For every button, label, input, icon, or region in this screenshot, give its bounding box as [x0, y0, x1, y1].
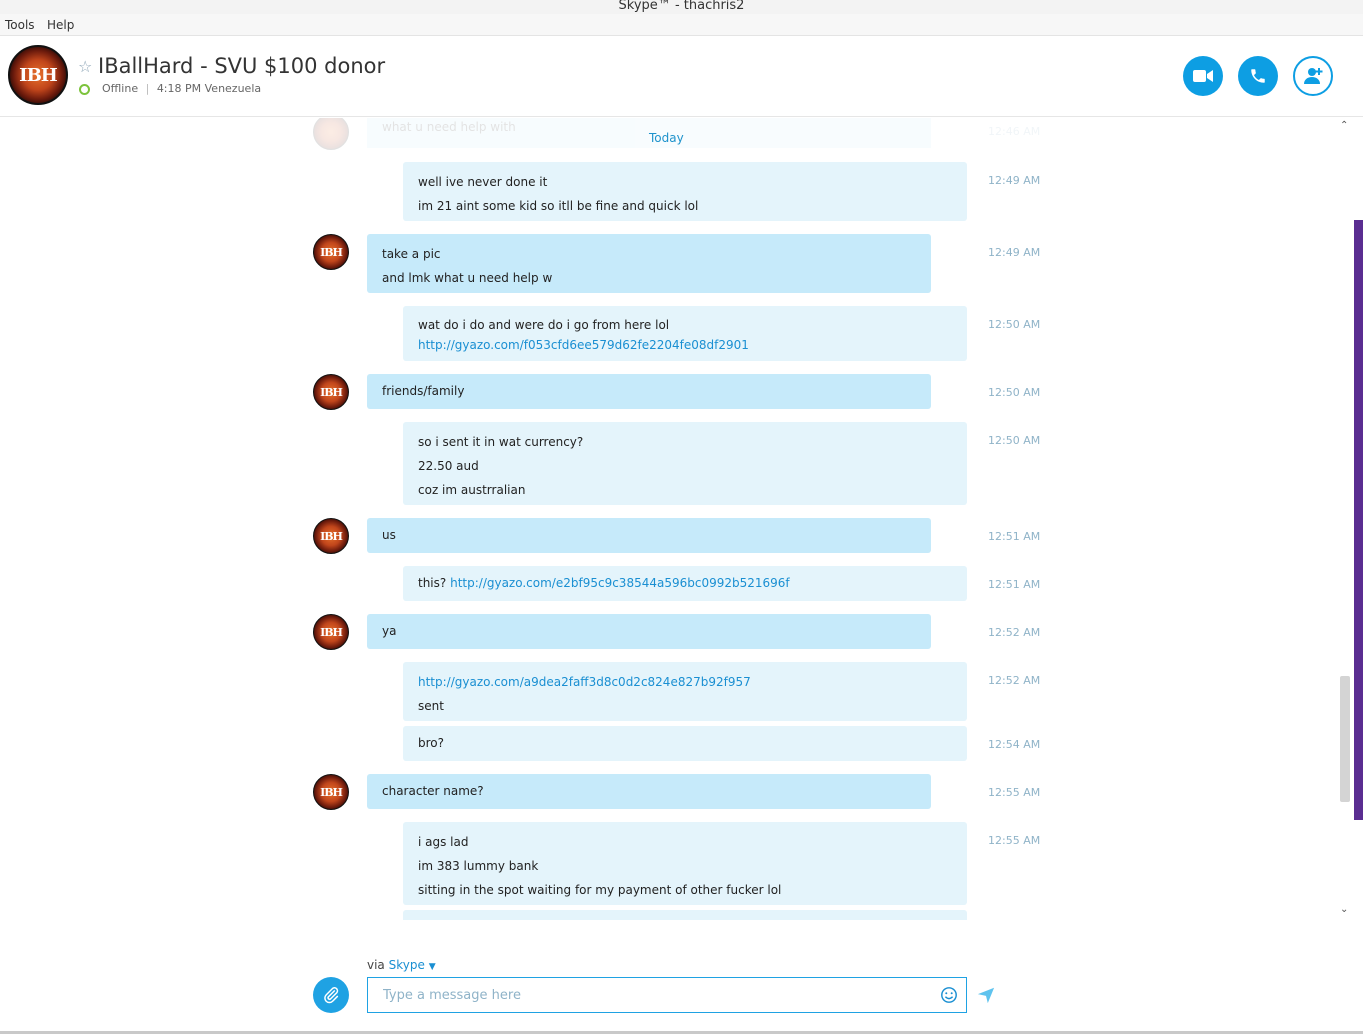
message-timestamp: 12:55 AM — [988, 834, 1041, 847]
message-bubble-incoming[interactable]: friends/family — [367, 374, 931, 409]
scrollbar-thumb[interactable] — [1340, 676, 1350, 802]
contact-status: Offline — [102, 82, 139, 95]
favorite-star-icon[interactable]: ☆ — [78, 57, 92, 76]
message-text: wat do i do and were do i go from here l… — [418, 318, 670, 332]
message-bubble-incoming[interactable]: take a pic and lmk what u need help w — [367, 234, 931, 293]
message-timestamp: 12:51 AM — [988, 578, 1041, 591]
message-bubble-incoming[interactable]: character name? — [367, 774, 931, 809]
message-bubble-outgoing[interactable]: so i sent it in wat currency? 22.50 aud … — [403, 422, 967, 505]
message-text: 22.50 aud — [418, 459, 479, 473]
date-divider: Today — [649, 131, 684, 145]
emoticon-icon[interactable] — [940, 986, 958, 1004]
menu-help[interactable]: Help — [47, 18, 74, 32]
message-text: im 21 aint some kid so itll be fine and … — [418, 199, 699, 213]
via-label: via — [367, 958, 385, 972]
conversation-header: IBH ☆ IBallHard - SVU $100 donor Offline… — [0, 36, 1363, 117]
message-text: im 383 lummy bank — [418, 859, 539, 873]
message-text: so i sent it in wat currency? — [418, 435, 584, 449]
contact-name[interactable]: IBallHard - SVU $100 donor — [98, 54, 385, 78]
contact-avatar-small[interactable]: IBH — [313, 774, 349, 810]
message-bubble-outgoing[interactable]: http://gyazo.com/a9dea2faff3d8c0d2c824e8… — [403, 662, 967, 721]
message-timestamp: 12:50 AM — [988, 318, 1041, 331]
message-text: bro? — [418, 736, 444, 750]
message-bubble-outgoing[interactable]: well ive never done it im 21 aint some k… — [403, 162, 967, 221]
message-bubble-outgoing-partial[interactable] — [403, 910, 967, 920]
add-people-button[interactable] — [1293, 56, 1333, 96]
message-text: us — [382, 528, 396, 542]
scroll-down-arrow-icon[interactable]: ⌄ — [1340, 904, 1348, 915]
message-timestamp: 12:54 AM — [988, 738, 1041, 751]
message-input[interactable] — [367, 977, 967, 1013]
attach-file-button[interactable] — [313, 977, 349, 1013]
message-text: sent — [418, 699, 444, 713]
contact-avatar-small[interactable]: IBH — [313, 234, 349, 270]
message-link[interactable]: http://gyazo.com/e2bf95c9c38544a596bc099… — [450, 576, 790, 590]
send-icon[interactable] — [977, 986, 995, 1004]
message-text: sitting in the spot waiting for my payme… — [418, 883, 782, 897]
message-timestamp: 12:51 AM — [988, 530, 1041, 543]
via-selector[interactable]: via Skype ▼ — [367, 958, 436, 972]
chat-scrollbar[interactable]: ⌃ ⌄ — [1337, 118, 1353, 920]
message-bubble-outgoing[interactable]: wat do i do and were do i go from here l… — [403, 306, 967, 361]
message-bubble-outgoing[interactable]: this? http://gyazo.com/e2bf95c9c38544a59… — [403, 566, 967, 601]
message-bubble-incoming[interactable]: us — [367, 518, 931, 553]
message-text: this? — [418, 576, 447, 590]
contact-avatar[interactable]: IBH — [8, 45, 68, 105]
status-offline-icon — [79, 84, 90, 95]
message-text: character name? — [382, 784, 484, 798]
faded-timestamp: 12:46 AM — [988, 125, 1041, 138]
message-text: well ive never done it — [418, 175, 548, 189]
message-timestamp: 12:49 AM — [988, 174, 1041, 187]
contact-avatar-small[interactable]: IBH — [313, 518, 349, 554]
message-timestamp: 12:52 AM — [988, 674, 1041, 687]
video-camera-icon — [1193, 70, 1213, 82]
via-service[interactable]: Skype — [389, 958, 425, 972]
voice-call-button[interactable] — [1238, 56, 1278, 96]
add-contact-icon — [1304, 68, 1323, 84]
faded-avatar — [313, 118, 349, 150]
window-title: Skype™ - thachris2 — [618, 0, 745, 13]
paperclip-icon — [324, 987, 339, 1004]
message-text: friends/family — [382, 384, 465, 398]
message-timestamp: 12:49 AM — [988, 246, 1041, 259]
message-timestamp: 12:55 AM — [988, 786, 1041, 799]
message-history[interactable]: what u need help with 12:46 AM Today wel… — [0, 118, 1337, 920]
contact-local-time: 4:18 PM Venezuela — [156, 82, 262, 95]
scroll-up-arrow-icon[interactable]: ⌃ — [1340, 120, 1348, 131]
menu-bar: Tools Help — [0, 14, 1363, 36]
message-text: ya — [382, 624, 397, 638]
message-link[interactable]: http://gyazo.com/a9dea2faff3d8c0d2c824e8… — [418, 670, 952, 694]
message-timestamp: 12:50 AM — [988, 386, 1041, 399]
window-title-bar: Skype™ - thachris2 — [0, 0, 1363, 14]
message-text: and lmk what u need help w — [382, 271, 553, 285]
message-text: take a pic — [382, 247, 441, 261]
window-edge-accent — [1354, 220, 1363, 820]
message-bubble-outgoing[interactable]: bro? — [403, 726, 967, 761]
message-text: coz im austrralian — [418, 483, 526, 497]
video-call-button[interactable] — [1183, 56, 1223, 96]
contact-avatar-small[interactable]: IBH — [313, 614, 349, 650]
phone-icon — [1251, 69, 1265, 83]
message-text: i ags lad — [418, 835, 469, 849]
message-timestamp: 12:52 AM — [988, 626, 1041, 639]
message-timestamp: 12:50 AM — [988, 434, 1041, 447]
menu-tools[interactable]: Tools — [5, 18, 35, 32]
message-composer: via Skype ▼ — [0, 920, 1363, 1034]
chevron-down-icon[interactable]: ▼ — [429, 962, 436, 972]
message-bubble-incoming[interactable]: ya — [367, 614, 931, 649]
message-link[interactable]: http://gyazo.com/f053cfd6ee579d62fe2204f… — [418, 335, 952, 355]
contact-avatar-small[interactable]: IBH — [313, 374, 349, 410]
message-bubble-outgoing[interactable]: i ags lad im 383 lummy bank sitting in t… — [403, 822, 967, 905]
contact-status-line: Offline | 4:18 PM Venezuela — [102, 82, 262, 95]
